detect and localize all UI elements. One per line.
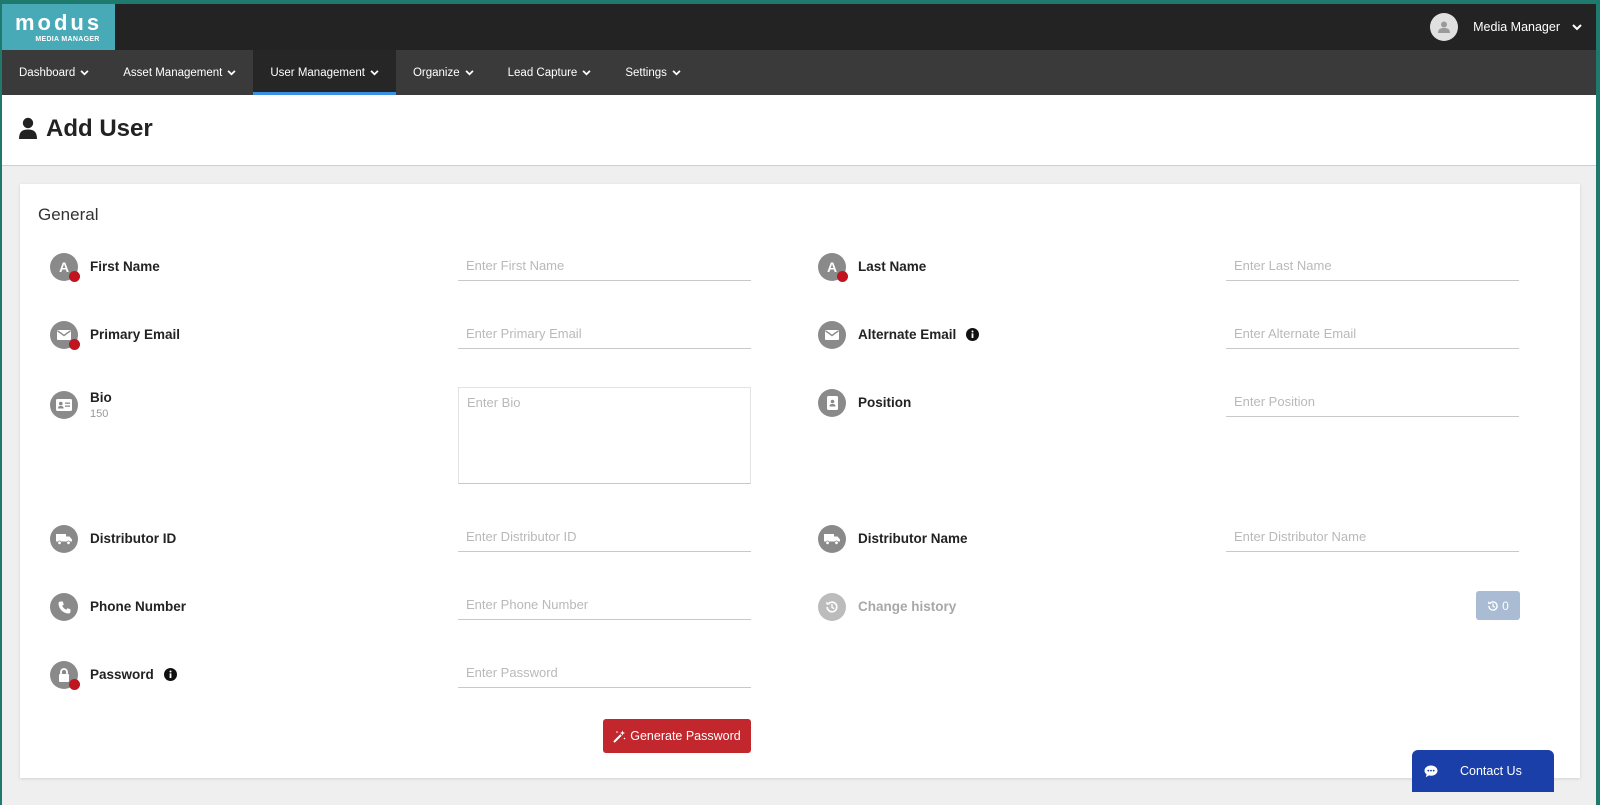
- last-name-label: Last Name: [858, 259, 926, 274]
- logo-subtitle: MEDIA MANAGER: [35, 36, 100, 43]
- general-card: General A First Name A Last Name Primary…: [20, 184, 1580, 778]
- user-icon: [19, 117, 37, 144]
- page-header: Add User: [2, 95, 1596, 166]
- label-text: Password: [90, 667, 154, 682]
- password-input[interactable]: [458, 658, 751, 688]
- chevron-down-icon: [80, 67, 89, 79]
- nav-label: Asset Management: [123, 66, 223, 79]
- contact-us-label: Contact Us: [1460, 764, 1522, 778]
- distributor-id-input[interactable]: [458, 522, 751, 552]
- history-icon: [1488, 600, 1498, 611]
- top-bar: modus MEDIA MANAGER Media Manager: [2, 4, 1596, 50]
- bio-char-counter: 150: [90, 408, 109, 420]
- info-icon[interactable]: [966, 328, 980, 341]
- phone-number-label: Phone Number: [90, 599, 186, 614]
- chevron-down-icon: [1572, 20, 1582, 34]
- logo[interactable]: modus MEDIA MANAGER: [2, 4, 115, 50]
- chevron-down-icon: [465, 67, 474, 79]
- phone-number-input[interactable]: [458, 590, 751, 620]
- position-input[interactable]: [1226, 387, 1519, 417]
- nav-lead-capture[interactable]: Lead Capture: [491, 50, 609, 95]
- distributor-name-label: Distributor Name: [858, 531, 968, 546]
- nav-label: Dashboard: [19, 66, 76, 79]
- generate-password-button[interactable]: Generate Password: [603, 719, 751, 753]
- required-indicator: [69, 679, 80, 690]
- last-name-input[interactable]: [1226, 251, 1519, 281]
- chevron-down-icon: [227, 67, 236, 79]
- required-indicator: [69, 339, 80, 350]
- phone-icon: [50, 593, 78, 621]
- app-window: modus MEDIA MANAGER Media Manager Dashbo…: [2, 4, 1596, 805]
- truck-icon: [50, 525, 78, 553]
- nav-label: Settings: [625, 66, 667, 79]
- chevron-down-icon: [672, 67, 681, 79]
- magic-wand-icon: [613, 730, 626, 743]
- nav-dashboard[interactable]: Dashboard: [2, 50, 106, 95]
- position-label: Position: [858, 395, 911, 410]
- id-badge-icon: [818, 389, 846, 417]
- section-title: General: [38, 205, 99, 224]
- distributor-name-input[interactable]: [1226, 522, 1519, 552]
- chat-icon: [1424, 765, 1438, 777]
- distributor-id-label: Distributor ID: [90, 531, 176, 546]
- change-history-count: 0: [1502, 598, 1509, 613]
- contact-us-widget[interactable]: Contact Us: [1412, 750, 1554, 792]
- first-name-input[interactable]: [458, 251, 751, 281]
- required-indicator: [69, 271, 80, 282]
- change-history-label: Change history: [858, 599, 956, 614]
- label-text: First Name: [90, 259, 160, 274]
- label-text: Change history: [858, 599, 957, 614]
- user-menu[interactable]: Media Manager: [1430, 13, 1582, 41]
- label-text: Distributor ID: [90, 531, 177, 546]
- label-text: Distributor Name: [858, 531, 968, 546]
- nav-label: User Management: [270, 66, 365, 79]
- nav-user-management[interactable]: User Management: [253, 50, 396, 95]
- page-title: Add User: [46, 115, 153, 142]
- label-text: Last Name: [858, 259, 927, 274]
- chevron-down-icon: [370, 67, 379, 79]
- first-name-label: First Name: [90, 259, 160, 274]
- main-nav: Dashboard Asset Management User Manageme…: [2, 50, 1596, 95]
- bio-textarea[interactable]: [458, 387, 751, 484]
- label-text: Bio: [90, 390, 112, 405]
- label-text: Primary Email: [90, 327, 181, 342]
- history-icon: [818, 593, 846, 621]
- label-text: Position: [858, 395, 912, 410]
- nav-settings[interactable]: Settings: [608, 50, 698, 95]
- nav-organize[interactable]: Organize: [396, 50, 491, 95]
- nav-label: Organize: [412, 66, 460, 79]
- nav-asset-management[interactable]: Asset Management: [106, 50, 253, 95]
- nav-label: Lead Capture: [507, 66, 578, 79]
- avatar: [1430, 13, 1459, 41]
- bio-label: Bio: [90, 390, 112, 405]
- change-history-button[interactable]: 0: [1476, 591, 1520, 620]
- label-text: Phone Number: [90, 599, 187, 614]
- envelope-icon: [818, 321, 846, 349]
- logo-wordmark: modus: [14, 10, 103, 35]
- required-indicator: [837, 271, 848, 282]
- primary-email-label: Primary Email: [90, 327, 180, 342]
- label-text: Alternate Email: [858, 327, 957, 342]
- alternate-email-label: Alternate Email: [858, 327, 980, 342]
- truck-icon: [818, 525, 846, 553]
- user-name: Media Manager: [1473, 20, 1560, 34]
- alternate-email-input[interactable]: [1226, 319, 1519, 349]
- password-label: Password: [90, 667, 177, 682]
- chevron-down-icon: [582, 67, 591, 79]
- generate-password-label: Generate Password: [630, 729, 741, 743]
- primary-email-input[interactable]: [458, 319, 751, 349]
- info-icon[interactable]: [163, 668, 177, 681]
- id-card-icon: [50, 391, 78, 419]
